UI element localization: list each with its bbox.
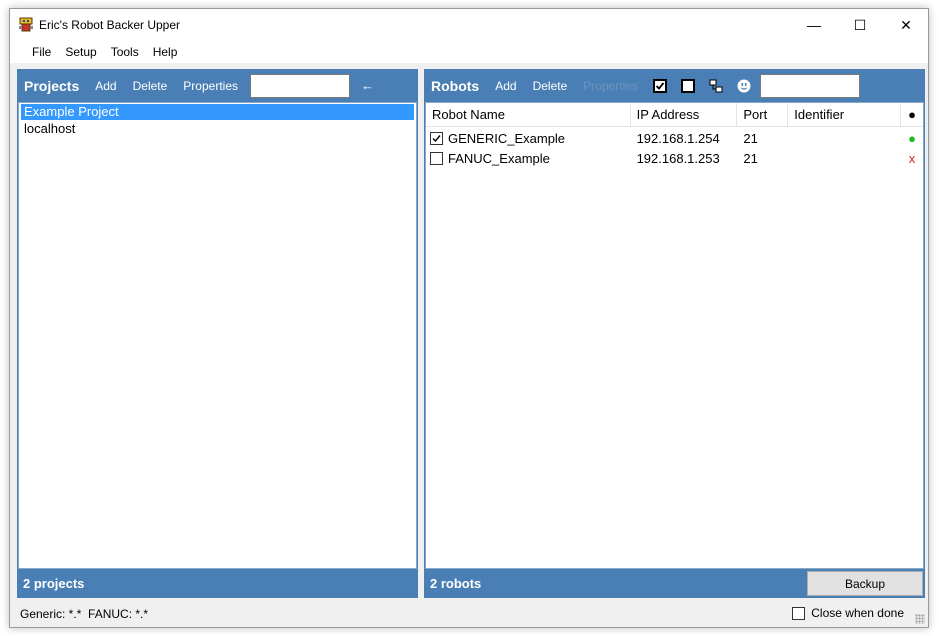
project-properties-button[interactable]: Properties bbox=[175, 79, 246, 93]
app-window: Eric's Robot Backer Upper — ☐ ✕ File Set… bbox=[9, 8, 929, 628]
minimize-button[interactable]: — bbox=[791, 9, 837, 41]
add-robot-button[interactable]: Add bbox=[487, 79, 524, 93]
close-when-done-option[interactable]: Close when done bbox=[792, 606, 904, 620]
robots-title: Robots bbox=[431, 77, 480, 94]
network-icon[interactable] bbox=[705, 75, 727, 97]
projects-panel: Projects Add Delete Properties ← Example… bbox=[17, 69, 418, 598]
filter-status: Generic: *.* FANUC: *.* bbox=[20, 606, 149, 621]
robot-name: GENERIC_Example bbox=[448, 130, 566, 146]
robot-count: 2 robots bbox=[430, 576, 482, 591]
robot-search-input[interactable] bbox=[759, 73, 860, 98]
robot-properties-button[interactable]: Properties bbox=[575, 79, 646, 93]
ping-icon[interactable] bbox=[733, 75, 755, 97]
robot-ip: 192.168.1.254 bbox=[636, 130, 720, 146]
robots-table[interactable]: Robot Name IP Address Port Identifier ● … bbox=[425, 102, 924, 569]
projects-title: Projects bbox=[24, 77, 80, 94]
menu-setup[interactable]: Setup bbox=[58, 41, 103, 63]
robot-app-icon bbox=[18, 17, 34, 33]
project-search-input[interactable] bbox=[250, 73, 350, 98]
robot-ip: 192.168.1.253 bbox=[636, 150, 720, 166]
robot-name-cell: GENERIC_Example bbox=[426, 131, 631, 146]
robot-port: 21 bbox=[743, 130, 758, 146]
check-all-icon[interactable] bbox=[649, 75, 671, 97]
robot-checkbox[interactable] bbox=[430, 131, 443, 145]
status-bar: Generic: *.* FANUC: *.* Close when done bbox=[10, 600, 928, 627]
project-item[interactable]: Example Project bbox=[21, 104, 414, 120]
projects-footer: 2 projects bbox=[17, 569, 418, 598]
menu-help[interactable]: Help bbox=[146, 41, 185, 63]
column-status[interactable]: ● bbox=[901, 103, 923, 127]
menu-file[interactable]: File bbox=[25, 41, 58, 63]
project-item[interactable]: localhost bbox=[21, 121, 414, 137]
maximize-button[interactable]: ☐ bbox=[837, 9, 883, 41]
column-ip-address[interactable]: IP Address bbox=[631, 102, 738, 127]
robots-footer: 2 robots Backup bbox=[424, 569, 925, 598]
title-bar: Eric's Robot Backer Upper — ☐ ✕ bbox=[10, 9, 928, 41]
close-when-done-label: Close when done bbox=[811, 606, 904, 620]
close-button[interactable]: ✕ bbox=[883, 9, 929, 41]
backup-button[interactable]: Backup bbox=[807, 571, 923, 596]
window-title: Eric's Robot Backer Upper bbox=[39, 18, 181, 32]
back-arrow-icon[interactable]: ← bbox=[353, 78, 382, 93]
add-project-button[interactable]: Add bbox=[87, 79, 124, 93]
projects-toolbar: Projects Add Delete Properties ← bbox=[17, 69, 418, 102]
robot-checkbox[interactable] bbox=[430, 151, 443, 165]
projects-list[interactable]: Example Project localhost bbox=[18, 102, 417, 569]
table-row[interactable]: GENERIC_Example 192.168.1.254 21 ● bbox=[426, 128, 923, 148]
close-when-done-checkbox[interactable] bbox=[792, 606, 806, 620]
table-row[interactable]: FANUC_Example 192.168.1.253 21 x bbox=[426, 148, 923, 168]
delete-robot-button[interactable]: Delete bbox=[525, 79, 576, 93]
delete-project-button[interactable]: Delete bbox=[125, 79, 176, 93]
menu-tools[interactable]: Tools bbox=[104, 41, 146, 63]
robot-name: FANUC_Example bbox=[448, 150, 550, 166]
robots-toolbar: Robots Add Delete Properties bbox=[424, 69, 925, 102]
status-indicator: ● bbox=[908, 130, 916, 146]
resize-grip-icon[interactable] bbox=[915, 614, 925, 624]
uncheck-all-icon[interactable] bbox=[677, 75, 699, 97]
robot-port: 21 bbox=[743, 150, 758, 166]
column-identifier[interactable]: Identifier bbox=[788, 102, 902, 127]
robots-table-header: Robot Name IP Address Port Identifier ● bbox=[426, 102, 923, 127]
robots-panel: Robots Add Delete Properties Robot Name … bbox=[424, 69, 925, 598]
status-indicator: x bbox=[908, 150, 916, 166]
menu-bar: File Setup Tools Help bbox=[10, 41, 928, 63]
column-port[interactable]: Port bbox=[737, 102, 789, 127]
column-robot-name[interactable]: Robot Name bbox=[426, 102, 631, 127]
project-count: 2 projects bbox=[23, 576, 85, 591]
robot-name-cell: FANUC_Example bbox=[426, 151, 631, 166]
